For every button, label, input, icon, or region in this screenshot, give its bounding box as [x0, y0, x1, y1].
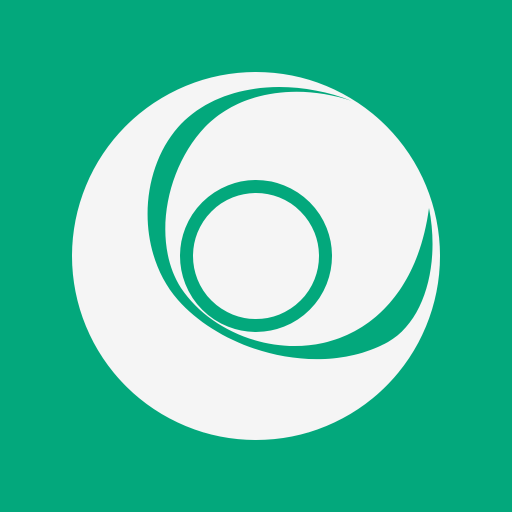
logo-mark-icon — [0, 0, 512, 512]
white-disc — [72, 72, 440, 440]
app-icon-canvas — [0, 0, 512, 512]
